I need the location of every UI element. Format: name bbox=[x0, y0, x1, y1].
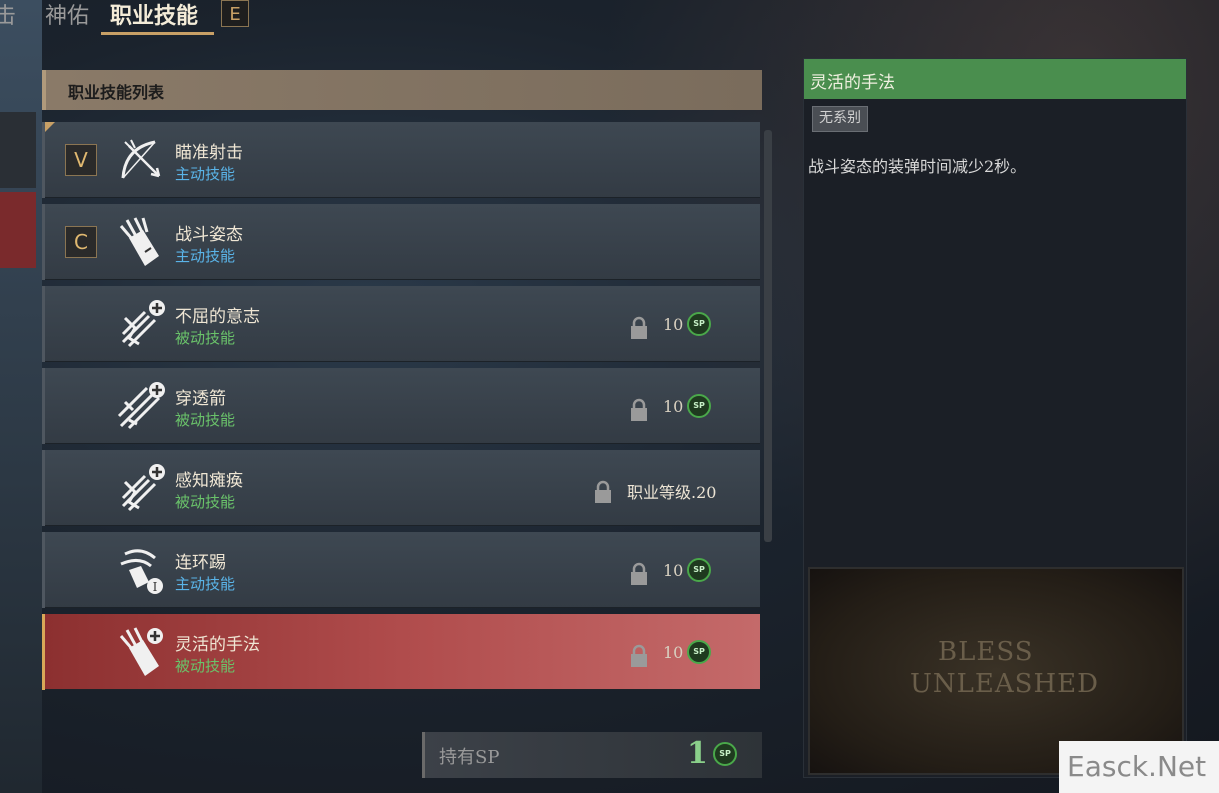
skill-row-selected[interactable]: 灵活的手法 被动技能 10 SP bbox=[42, 614, 760, 690]
sp-icon: SP bbox=[687, 312, 711, 336]
sp-cost: 10 bbox=[663, 397, 684, 416]
skill-type: 被动技能 bbox=[175, 657, 236, 675]
lock-icon bbox=[631, 644, 647, 667]
skill-type: 主动技能 bbox=[175, 247, 236, 265]
sp-icon: SP bbox=[687, 394, 711, 418]
game-logo-line1: BLESS bbox=[938, 637, 1034, 667]
skill-row[interactable]: 穿透箭 被动技能 10 SP bbox=[42, 368, 760, 444]
kick-icon: I bbox=[120, 549, 163, 594]
tab-previous[interactable]: 击 bbox=[0, 0, 16, 30]
skill-name: 战斗姿态 bbox=[175, 225, 243, 245]
sp-balance-label: 持有SP bbox=[439, 747, 500, 768]
tab-blessing[interactable]: 神佑 bbox=[45, 0, 89, 30]
skill-row[interactable]: V 瞄准射击 主动技能 bbox=[42, 122, 760, 198]
side-tab[interactable] bbox=[0, 112, 36, 188]
skill-type: 被动技能 bbox=[175, 493, 236, 511]
skill-row[interactable]: C 战斗姿态 主动技能 bbox=[42, 204, 760, 280]
lock-icon bbox=[595, 480, 611, 503]
skill-name: 连环踢 bbox=[175, 553, 226, 573]
arrows-plus-icon bbox=[121, 464, 165, 512]
skill-row[interactable]: I 连环踢 主动技能 10 SP bbox=[42, 532, 760, 608]
active-tab-underline bbox=[101, 32, 214, 35]
skill-name: 不屈的意志 bbox=[175, 307, 260, 327]
skill-name: 感知瘫痪 bbox=[175, 471, 243, 491]
skill-row[interactable]: 感知瘫痪 被动技能 职业等级.20 bbox=[42, 450, 760, 526]
piercing-arrows-icon bbox=[117, 382, 165, 430]
svg-text:I: I bbox=[153, 580, 158, 594]
tab-class-skills[interactable]: 职业技能 bbox=[110, 0, 198, 30]
skill-name: 瞄准射击 bbox=[175, 143, 243, 163]
sp-icon: SP bbox=[687, 558, 711, 582]
game-logo-line2: UNLEASHED bbox=[910, 669, 1099, 699]
level-requirement: 职业等级.20 bbox=[627, 483, 717, 502]
side-tab-active[interactable] bbox=[0, 192, 36, 268]
skill-list-title: 职业技能列表 bbox=[68, 83, 165, 102]
quiver-icon bbox=[119, 217, 159, 266]
skill-detail-panel: 灵活的手法 无系别 战斗姿态的装弹时间减少2秒。 BLESS UNLEASHED bbox=[803, 58, 1187, 778]
side-background bbox=[0, 0, 42, 793]
skill-name: 灵活的手法 bbox=[175, 635, 260, 655]
skill-list-scrollbar[interactable] bbox=[764, 130, 772, 542]
watermark: Easck.Net bbox=[1059, 741, 1219, 793]
quiver-plus-icon bbox=[119, 627, 163, 676]
skill-hotkey: V bbox=[65, 144, 97, 176]
skill-type: 主动技能 bbox=[175, 575, 236, 593]
skill-detail-header: 灵活的手法 bbox=[804, 59, 1186, 99]
arrows-plus-icon bbox=[121, 300, 165, 348]
skill-hotkey: C bbox=[65, 226, 97, 258]
skill-type: 被动技能 bbox=[175, 329, 236, 347]
skill-description: 战斗姿态的装弹时间减少2秒。 bbox=[808, 157, 1027, 176]
skill-list-header: 职业技能列表 bbox=[42, 70, 762, 110]
skill-name: 穿透箭 bbox=[175, 389, 226, 409]
sp-icon: SP bbox=[713, 742, 737, 766]
sp-cost: 10 bbox=[663, 561, 684, 580]
sp-icon: SP bbox=[687, 640, 711, 664]
sp-balance: 持有SP 1 SP bbox=[422, 732, 762, 778]
lock-icon bbox=[631, 316, 647, 339]
sp-cost: 10 bbox=[663, 315, 684, 334]
bow-icon bbox=[121, 139, 161, 179]
lock-icon bbox=[631, 398, 647, 421]
lock-icon bbox=[631, 562, 647, 585]
watermark-text: Easck.Net bbox=[1067, 750, 1207, 783]
skill-type: 主动技能 bbox=[175, 165, 236, 183]
skill-type: 被动技能 bbox=[175, 411, 236, 429]
sp-cost: 10 bbox=[663, 643, 684, 662]
skill-row[interactable]: 不屈的意志 被动技能 10 SP bbox=[42, 286, 760, 362]
tab-next-hotkey[interactable]: E bbox=[221, 0, 249, 27]
new-marker bbox=[45, 122, 55, 132]
element-badge: 无系别 bbox=[812, 106, 868, 132]
sp-balance-value: 1 bbox=[687, 736, 708, 771]
skill-detail-title: 灵活的手法 bbox=[810, 73, 895, 93]
